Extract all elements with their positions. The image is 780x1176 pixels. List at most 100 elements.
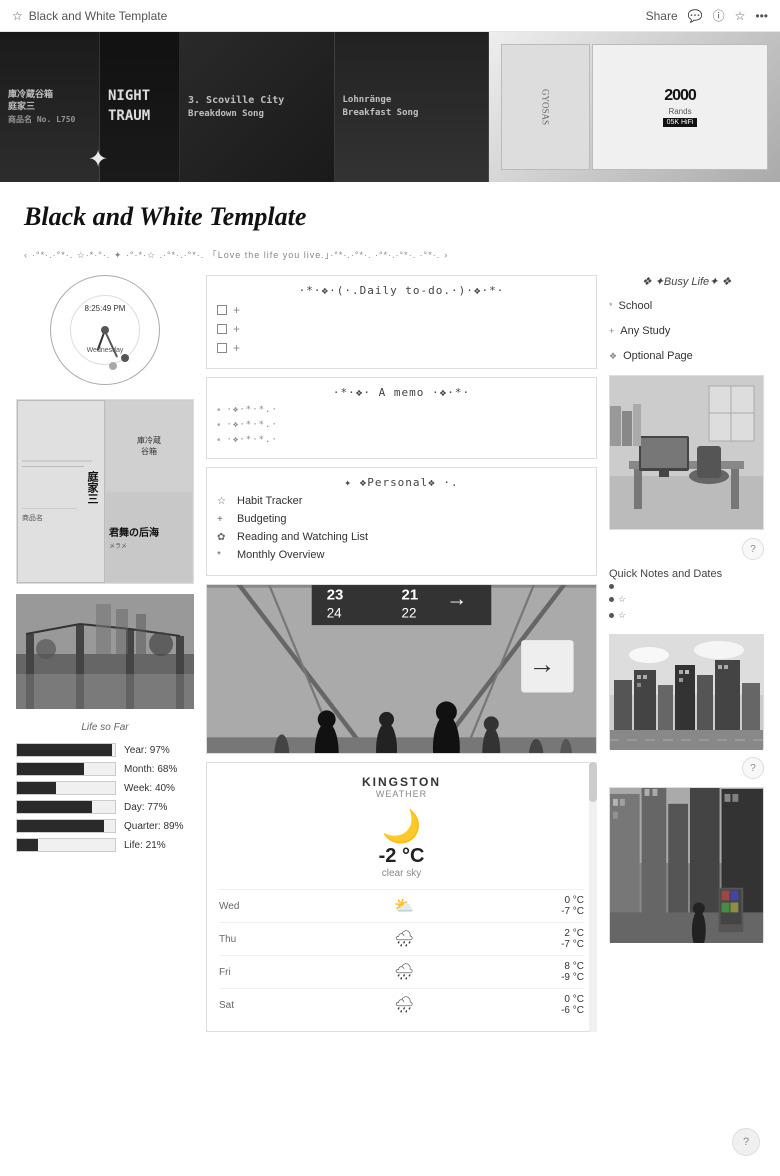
banner-col-1: 庫冷蔵谷箱 庭家三 商品名 No. L750 — [0, 32, 100, 182]
weather-main-temp: -2 °C — [219, 845, 584, 868]
svg-text:23: 23 — [327, 587, 344, 604]
busy-icon-0: * — [609, 301, 613, 311]
bottom-help-button[interactable]: ? — [732, 1128, 760, 1156]
daily-todo-section: ·*·❖·(·.Daily to-do.·)·❖·*· + + + — [206, 275, 597, 369]
busy-text-2: Optional Page — [623, 350, 693, 362]
personal-item-1[interactable]: + Budgeting — [217, 513, 586, 525]
progress-row-4: Quarter: 89% — [16, 819, 194, 833]
weather-main-desc: clear sky — [219, 868, 584, 879]
memo-header: ·*·❖· A memo ·❖·*· — [217, 386, 586, 399]
share-button[interactable]: Share — [646, 9, 678, 23]
progress-row-2: Week: 40% — [16, 781, 194, 795]
busy-text-1: Any Study — [620, 325, 670, 337]
newspaper-cell-3: 君舞の后海 メラメ — [105, 492, 193, 584]
progress-bar-year-fill — [17, 744, 112, 756]
weather-temps-2: 8 °C -9 °C — [561, 961, 584, 983]
todo-checkbox-2[interactable] — [217, 343, 227, 353]
todo-checkbox-0[interactable] — [217, 305, 227, 315]
personal-text-2: Reading and Watching List — [237, 531, 368, 543]
page-title-area: Black and White Template — [0, 182, 780, 242]
comment-icon[interactable]: 💬 — [688, 9, 703, 23]
clock-dot-1 — [109, 362, 117, 370]
weather-day-0: Wed — [219, 901, 247, 912]
personal-text-1: Budgeting — [237, 513, 287, 525]
weather-day-2: Fri — [219, 967, 247, 978]
help-bubble-2[interactable]: ? — [742, 757, 764, 779]
svg-text:22: 22 — [402, 606, 417, 621]
page-star-icon: ☆ — [12, 9, 23, 23]
progress-bar-month-bg — [16, 762, 116, 776]
station-image: 23 24 21 22 → → — [206, 584, 597, 754]
banner: 庫冷蔵谷箱 庭家三 商品名 No. L750 NIGHT TRAUM 3. Sc… — [0, 32, 780, 182]
busy-item-2[interactable]: ❖ Optional Page — [609, 350, 764, 362]
weather-row-3: Sat 🌧 0 °C -6 °C — [219, 988, 584, 1021]
notes-bullet-1 — [609, 597, 614, 602]
busy-item-1[interactable]: + Any Study — [609, 325, 764, 337]
busy-item-0[interactable]: * School — [609, 300, 764, 312]
personal-item-3[interactable]: * Monthly Overview — [217, 549, 586, 561]
personal-section: ✦ ❖Personal❖ ·. ☆ Habit Tracker + Budget… — [206, 467, 597, 576]
scroll-track[interactable] — [589, 762, 597, 1032]
progress-bar-life-fill — [17, 839, 38, 851]
weather-temps-0: 0 °C -7 °C — [561, 895, 584, 917]
bridge-caption: Life so Far — [16, 722, 194, 733]
quick-notes-item-2: ☆ — [609, 610, 764, 621]
quick-notes-item-1: ☆ — [609, 594, 764, 605]
deco-arrow-right: › — [444, 250, 448, 260]
busy-icon-2: ❖ — [609, 351, 617, 362]
right-image-3 — [609, 787, 764, 942]
personal-item-2[interactable]: ✿ Reading and Watching List — [217, 531, 586, 543]
weather-city: KINGSTON — [219, 775, 584, 789]
weather-temps-1: 2 °C -7 °C — [561, 928, 584, 950]
progress-bar-year-bg — [16, 743, 116, 757]
weather-scroll-area: KINGSTON WEATHER 🌙 -2 °C clear sky Wed ⛅… — [206, 762, 597, 1032]
memo-item-1: • ·❖·*·*.· — [217, 420, 586, 431]
weather-label: WEATHER — [219, 789, 584, 799]
weather-day-3: Sat — [219, 1000, 247, 1011]
weather-icon-0: ⛅ — [394, 896, 414, 916]
progress-section: Year: 97% Month: 68% Week: 40% Day: 77% — [16, 743, 194, 852]
personal-item-0[interactable]: ☆ Habit Tracker — [217, 495, 586, 507]
personal-icon-1: + — [217, 514, 229, 525]
notes-bullet-0 — [609, 584, 614, 589]
right-image-1 — [609, 375, 764, 530]
todo-item-0: + — [217, 303, 586, 317]
page-title: Black and White Template — [24, 202, 756, 232]
progress-row-5: Life: 21% — [16, 838, 194, 852]
clock-face: 8:25:49 PM Wednesday — [50, 275, 160, 385]
weather-widget: KINGSTON WEATHER 🌙 -2 °C clear sky Wed ⛅… — [206, 762, 597, 1032]
clock-dot-2 — [121, 354, 129, 362]
scroll-thumb[interactable] — [589, 762, 597, 802]
right-image-2 — [609, 634, 764, 749]
todo-item-2: + — [217, 341, 586, 355]
col-mid: ·*·❖·(·.Daily to-do.·)·❖·*· + + + ·*·❖· … — [206, 275, 597, 1032]
banner-col-4: Lohnränge Breakfast Song — [335, 32, 490, 182]
help-bubble-1[interactable]: ? — [742, 538, 764, 560]
weather-row-1: Thu 🌧 2 °C -7 °C — [219, 922, 584, 955]
svg-text:21: 21 — [402, 587, 419, 604]
svg-text:→: → — [446, 588, 467, 611]
todo-checkbox-1[interactable] — [217, 324, 227, 334]
deco-line: ‹ ·°*·.·°*·. ☆·*·°·. ✦ ·°·*·☆ .·°*·.·°*·… — [24, 248, 756, 261]
progress-label-year: Year: 97% — [124, 745, 170, 756]
progress-row-1: Month: 68% — [16, 762, 194, 776]
svg-text:→: → — [529, 649, 556, 679]
progress-bar-day-fill — [17, 801, 92, 813]
info-icon[interactable]: ⓘ — [713, 7, 725, 24]
weather-row-0: Wed ⛅ 0 °C -7 °C — [219, 889, 584, 922]
more-icon[interactable]: ••• — [755, 9, 768, 23]
clock-time: 8:25:49 PM — [85, 304, 126, 313]
top-bar-left: ☆ Black and White Template — [12, 9, 167, 23]
newspaper-image: 庭家三 商品名 庫冷蔵谷箱 君舞の后海 メラメ — [16, 399, 194, 584]
newspaper-cell-1: 庭家三 商品名 — [17, 400, 105, 583]
quick-notes-label: Quick Notes and Dates — [609, 568, 764, 580]
clock-center-dot — [101, 326, 109, 334]
banner-col-3: 3. Scoville City Breakdown Song — [180, 32, 335, 182]
quick-notes-item-0 — [609, 584, 764, 589]
deco-text: ·°*·.·°*·. ☆·*·°·. ✦ ·°·*·☆ .·°*·.·°*·. … — [32, 248, 440, 261]
clock-container: 8:25:49 PM Wednesday — [16, 275, 194, 385]
svg-text:24: 24 — [327, 606, 342, 621]
weather-icon-3: 🌧 — [394, 995, 414, 1015]
star-icon[interactable]: ☆ — [735, 9, 746, 23]
banner-col-5: GYOSAS 2000 Rands 05K HiFi — [489, 32, 780, 182]
